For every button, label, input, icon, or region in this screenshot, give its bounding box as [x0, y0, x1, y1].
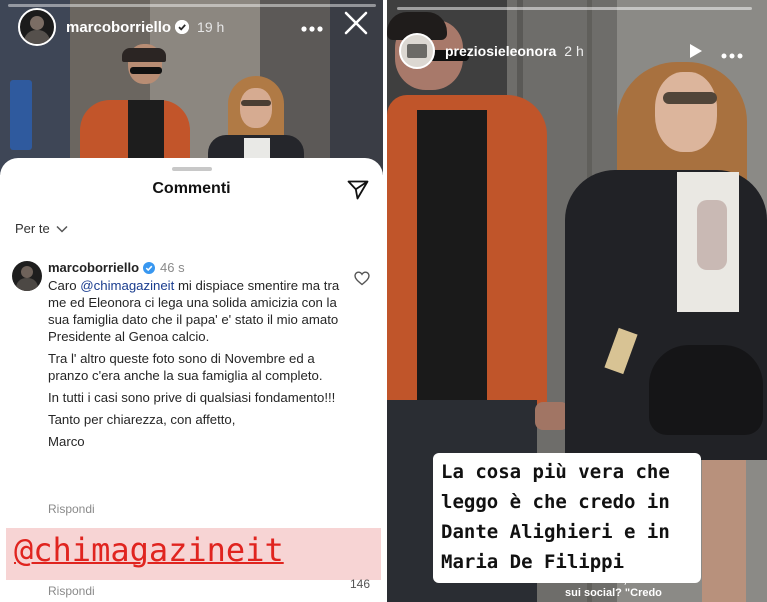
comments-title: Commenti	[152, 180, 231, 197]
highlighted-mention: @chimagazineit	[14, 531, 284, 569]
tshirt-print	[697, 200, 727, 270]
comment-paragraph: In tutti i casi sono prive di qualsiasi …	[48, 390, 336, 405]
comment-paragraph: Tra l' altro queste foto sono di Novembr…	[48, 351, 323, 383]
comment-paragraph: Marco	[48, 434, 85, 449]
blue-sign	[10, 80, 32, 150]
woman-sunglasses	[663, 92, 717, 104]
sheet-drag-handle[interactable]	[172, 167, 212, 171]
right-story-header: preziosieleonora 2 h	[399, 33, 584, 69]
right-story-panel: preziosieleonora 2 h La cosa più vera ch…	[387, 0, 767, 602]
play-icon[interactable]	[689, 43, 703, 64]
story-time: 2 h	[564, 43, 584, 59]
send-icon[interactable]	[347, 180, 369, 205]
comment-time: 46 s	[160, 260, 185, 275]
left-story-panel: marcoborriello 19 h Commenti Per te marc…	[0, 0, 383, 602]
avatar[interactable]	[399, 33, 435, 69]
man-sunglasses	[130, 67, 162, 74]
story-username[interactable]: preziosieleonora	[445, 43, 556, 59]
article-line: sui social? "Credo	[565, 587, 662, 599]
comment-header: marcoborriello 46 s	[48, 260, 185, 275]
more-icon[interactable]	[300, 20, 324, 38]
caption-line: Dante Alighieri e in	[441, 521, 670, 543]
caption-line: La cosa più vera che	[441, 461, 670, 483]
story-time: 19 h	[197, 19, 225, 35]
comment-paragraph: Tanto per chiarezza, con affetto,	[48, 412, 236, 427]
comments-sheet: Commenti Per te marcoborriello 46 s Caro…	[0, 158, 383, 602]
close-icon[interactable]	[343, 10, 369, 41]
mention-link[interactable]: @chimagazineit	[80, 278, 174, 293]
woman-face	[240, 88, 272, 128]
sort-dropdown[interactable]: Per te	[15, 221, 68, 236]
comment-paragraph: Caro @chimagazineit mi dispiace smentire…	[48, 278, 340, 344]
comment-body: Caro @chimagazineit mi dispiace smentire…	[48, 277, 348, 455]
article-line: motto di lei, almeno	[565, 574, 669, 586]
comment-username[interactable]: marcoborriello	[48, 260, 139, 275]
story-username[interactable]: marcoborriello	[66, 19, 171, 36]
background-article-text: motto di lei, almeno sui social? "Credo	[565, 574, 668, 600]
woman-face	[655, 72, 717, 152]
verified-badge-icon	[175, 20, 190, 34]
woman-sunglasses	[241, 100, 271, 106]
sort-label: Per te	[15, 221, 50, 236]
man-hand	[535, 402, 569, 430]
left-story-header: marcoborriello 19 h	[18, 8, 224, 46]
heart-icon[interactable]	[354, 271, 370, 291]
story-caption: La cosa più vera che leggo è che credo i…	[433, 453, 701, 583]
chevron-down-icon	[56, 221, 68, 236]
more-icon[interactable]	[721, 47, 743, 65]
comment-avatar[interactable]	[12, 261, 42, 291]
verified-badge-icon	[143, 261, 156, 274]
avatar[interactable]	[18, 8, 56, 46]
reply-button[interactable]: Rispondi	[48, 502, 95, 516]
caption-line: Maria De Filippi	[441, 551, 625, 573]
like-count: 146	[350, 577, 371, 591]
woman-leg	[702, 460, 746, 602]
story-progress-bar	[397, 7, 752, 10]
story-progress-bar	[8, 4, 376, 7]
caption-line: leggo è che credo in	[441, 491, 670, 513]
man-hair	[122, 48, 166, 62]
handbag	[649, 345, 763, 435]
man-shirt	[417, 110, 487, 400]
reply-button[interactable]: Rispondi	[48, 584, 95, 598]
